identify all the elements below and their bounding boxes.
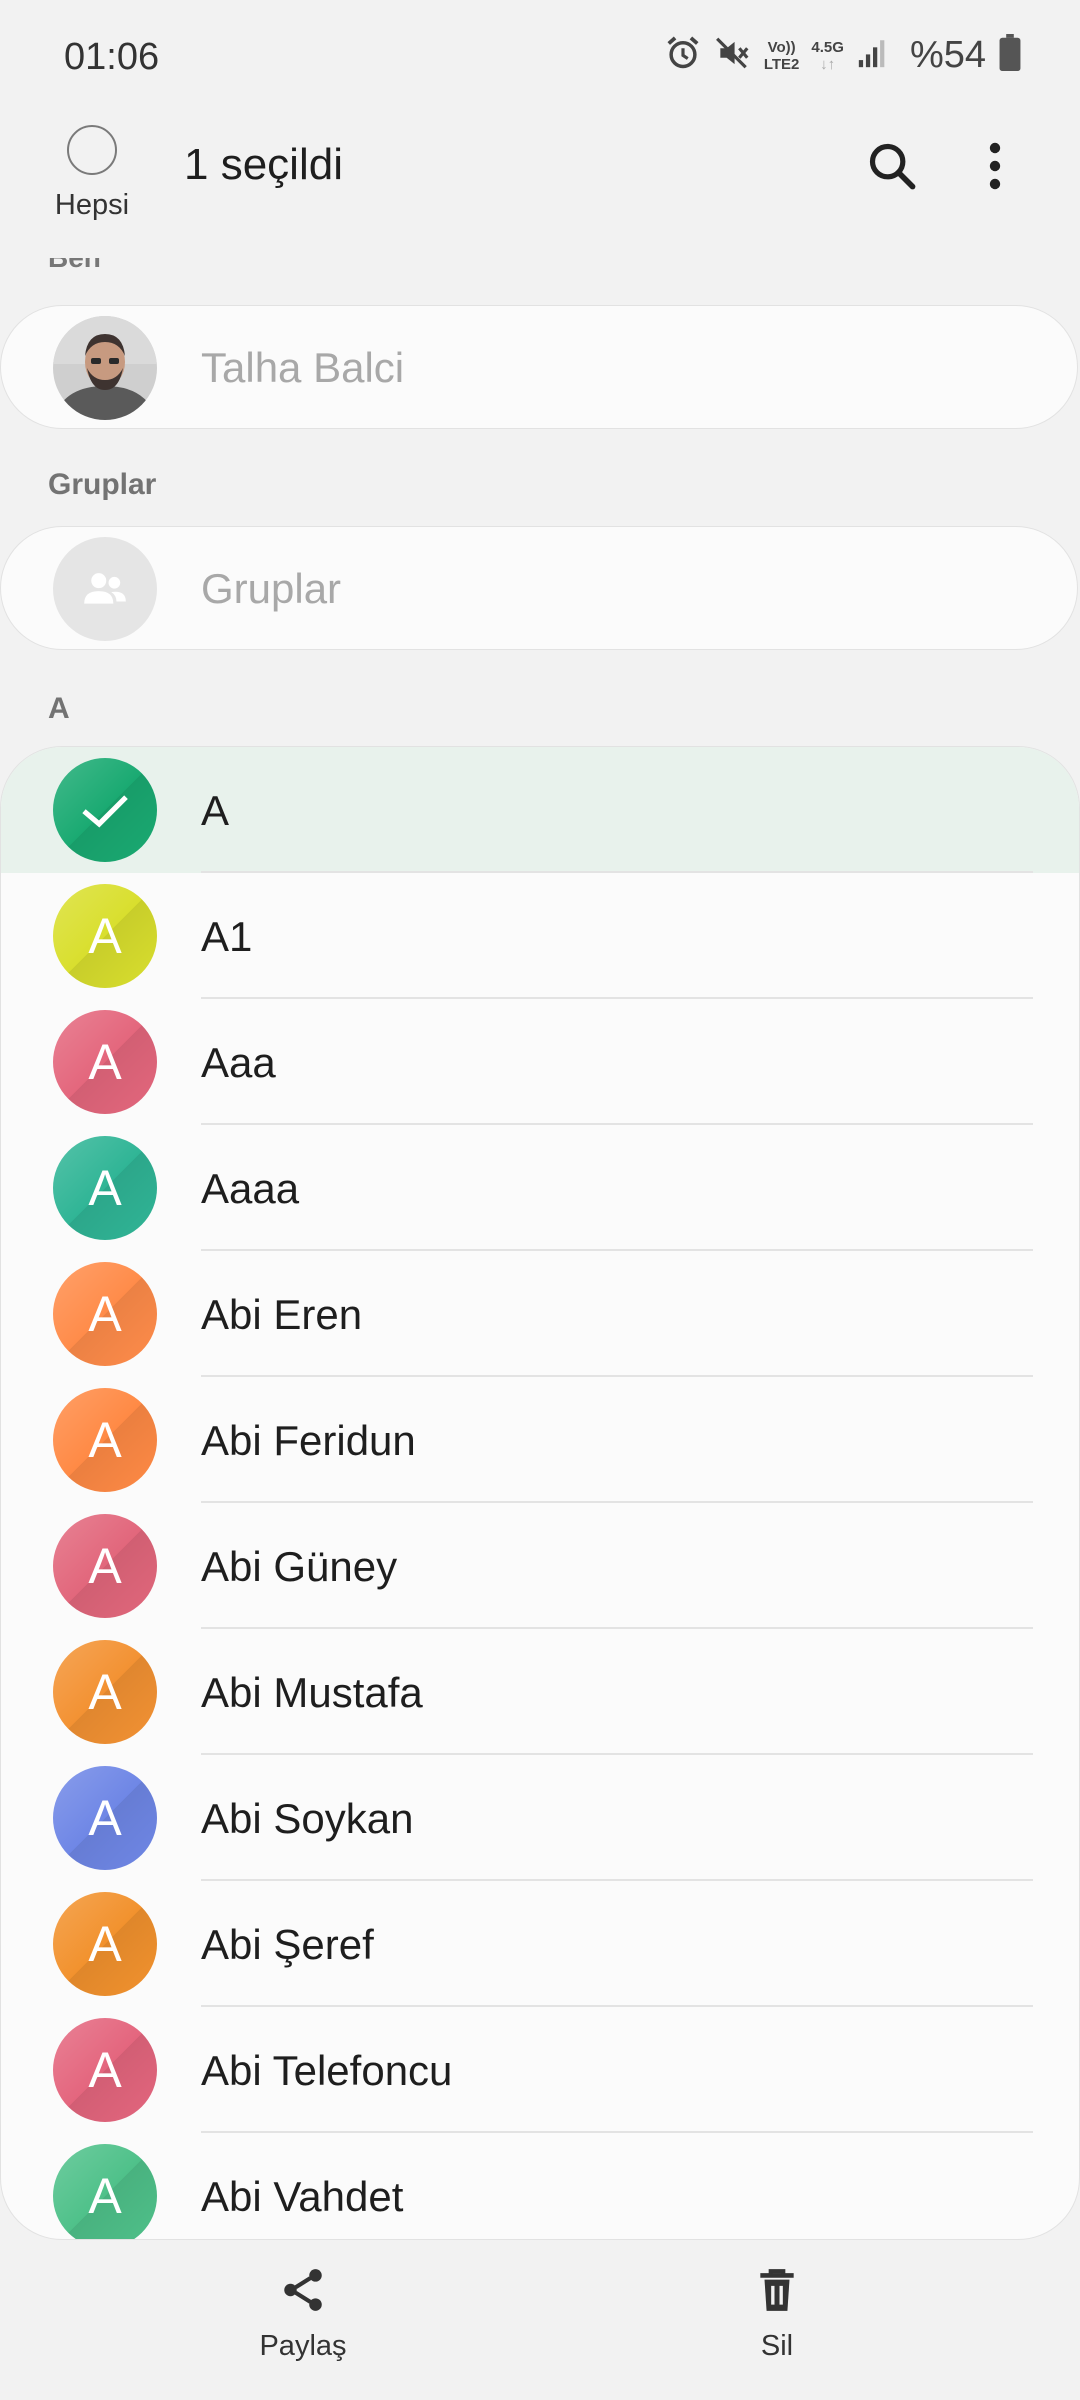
contact-row[interactable]: A Abi Mustafa [1, 1629, 1079, 1755]
contact-avatar: A [53, 1640, 157, 1744]
page-title: 1 seçildi [184, 140, 343, 189]
network-type-indicator: 4.5G ↓↑ [811, 38, 844, 73]
section-label-groups: Gruplar [48, 468, 157, 501]
signal-icon [856, 36, 890, 75]
contact-row[interactable]: A Abi Şeref [1, 1881, 1079, 2007]
contact-initial: A [88, 1412, 122, 1468]
contact-name: Abi Telefoncu [201, 2047, 453, 2094]
contact-row[interactable]: A [1, 747, 1079, 873]
contact-name: Aaa [201, 1039, 276, 1086]
contact-row[interactable]: A A1 [1, 873, 1079, 999]
delete-button[interactable]: Sil [677, 2265, 877, 2363]
contact-initial: A [88, 2168, 122, 2224]
battery-percent: %54 [909, 34, 986, 76]
contact-avatar-checked [53, 758, 157, 862]
share-label: Paylaş [259, 2330, 347, 2362]
contact-avatar: A [53, 1892, 157, 1996]
search-icon [869, 143, 916, 190]
groups-card[interactable]: Gruplar [0, 526, 1078, 650]
section-label-a: A [48, 692, 70, 725]
contact-avatar: A [53, 1010, 157, 1114]
contact-initial: A [88, 1538, 122, 1594]
contact-name: Abi Feridun [201, 1417, 416, 1464]
contact-row[interactable]: A Aaaa [1, 1125, 1079, 1251]
contact-row[interactable]: A Abi Feridun [1, 1377, 1079, 1503]
contact-name: A1 [201, 913, 253, 960]
contact-avatar: A [53, 1514, 157, 1618]
contact-row[interactable]: A Abi Eren [1, 1251, 1079, 1377]
contact-name: Abi Vahdet [201, 2173, 404, 2220]
contact-avatar: A [53, 2144, 157, 2239]
contact-initial: A [88, 1160, 122, 1216]
profile-avatar [53, 316, 157, 420]
contact-initial: A [88, 1916, 122, 1972]
contact-avatar: A [53, 1766, 157, 1870]
contact-row[interactable]: A Abi Telefoncu [1, 2007, 1079, 2133]
contact-row[interactable]: A Abi Soykan [1, 1755, 1079, 1881]
more-vertical-icon [989, 142, 1001, 190]
contact-name: Abi Şeref [201, 1921, 374, 1968]
contact-row[interactable]: A Abi Güney [1, 1503, 1079, 1629]
contact-avatar: A [53, 2018, 157, 2122]
contact-initial: A [88, 1664, 122, 1720]
contact-row[interactable]: A Aaa [1, 999, 1079, 1125]
volte-indicator: Vo)) LTE2 [763, 38, 800, 73]
check-icon [82, 795, 128, 828]
contact-avatar: A [53, 1136, 157, 1240]
select-all-circle [67, 125, 117, 175]
contact-name: Abi Mustafa [201, 1669, 423, 1716]
delete-label: Sil [760, 2330, 794, 2362]
contact-name: Abi Soykan [201, 1795, 414, 1842]
select-all-checkbox[interactable]: Hepsi [50, 125, 134, 222]
profile-name: Talha Balci [201, 344, 405, 391]
trash-icon [760, 2269, 794, 2311]
alarm-icon [664, 34, 702, 77]
contact-initial: A [88, 1790, 122, 1846]
mute-icon [714, 34, 752, 77]
search-button[interactable] [862, 136, 922, 196]
select-all-label: Hepsi [54, 189, 130, 221]
section-label-me: Ben [48, 258, 128, 274]
contact-row[interactable]: A Abi Vahdet [1, 2133, 1079, 2239]
contact-name: Aaaa [201, 1165, 300, 1212]
status-bar: 01:06 Vo)) LTE2 4.5G ↓↑ %54 [0, 0, 1080, 120]
contact-avatar: A [53, 1388, 157, 1492]
status-time: 01:06 [64, 36, 160, 78]
contact-name: A [201, 787, 230, 834]
group-icon [84, 573, 126, 604]
share-icon [284, 2269, 322, 2311]
battery-icon [998, 34, 1022, 77]
contact-avatar: A [53, 884, 157, 988]
status-icons: Vo)) LTE2 4.5G ↓↑ %54 [664, 34, 1022, 77]
contact-name: Abi Eren [201, 1291, 363, 1338]
contact-initial: A [88, 908, 122, 964]
more-options-button[interactable] [965, 136, 1025, 196]
share-button[interactable]: Paylaş [203, 2265, 403, 2363]
groups-label: Gruplar [201, 565, 342, 612]
contact-initial: A [88, 1034, 122, 1090]
groups-avatar [53, 537, 157, 641]
contact-list: A A A1 A Aaa A Aaaa A Abi Eren A Abi Feridun A Abi G… [0, 746, 1080, 2240]
contact-avatar: A [53, 1262, 157, 1366]
contact-initial: A [88, 2042, 122, 2098]
profile-card[interactable]: Talha Balci [0, 305, 1078, 429]
contact-initial: A [88, 1286, 122, 1342]
contact-name: Abi Güney [201, 1543, 398, 1590]
